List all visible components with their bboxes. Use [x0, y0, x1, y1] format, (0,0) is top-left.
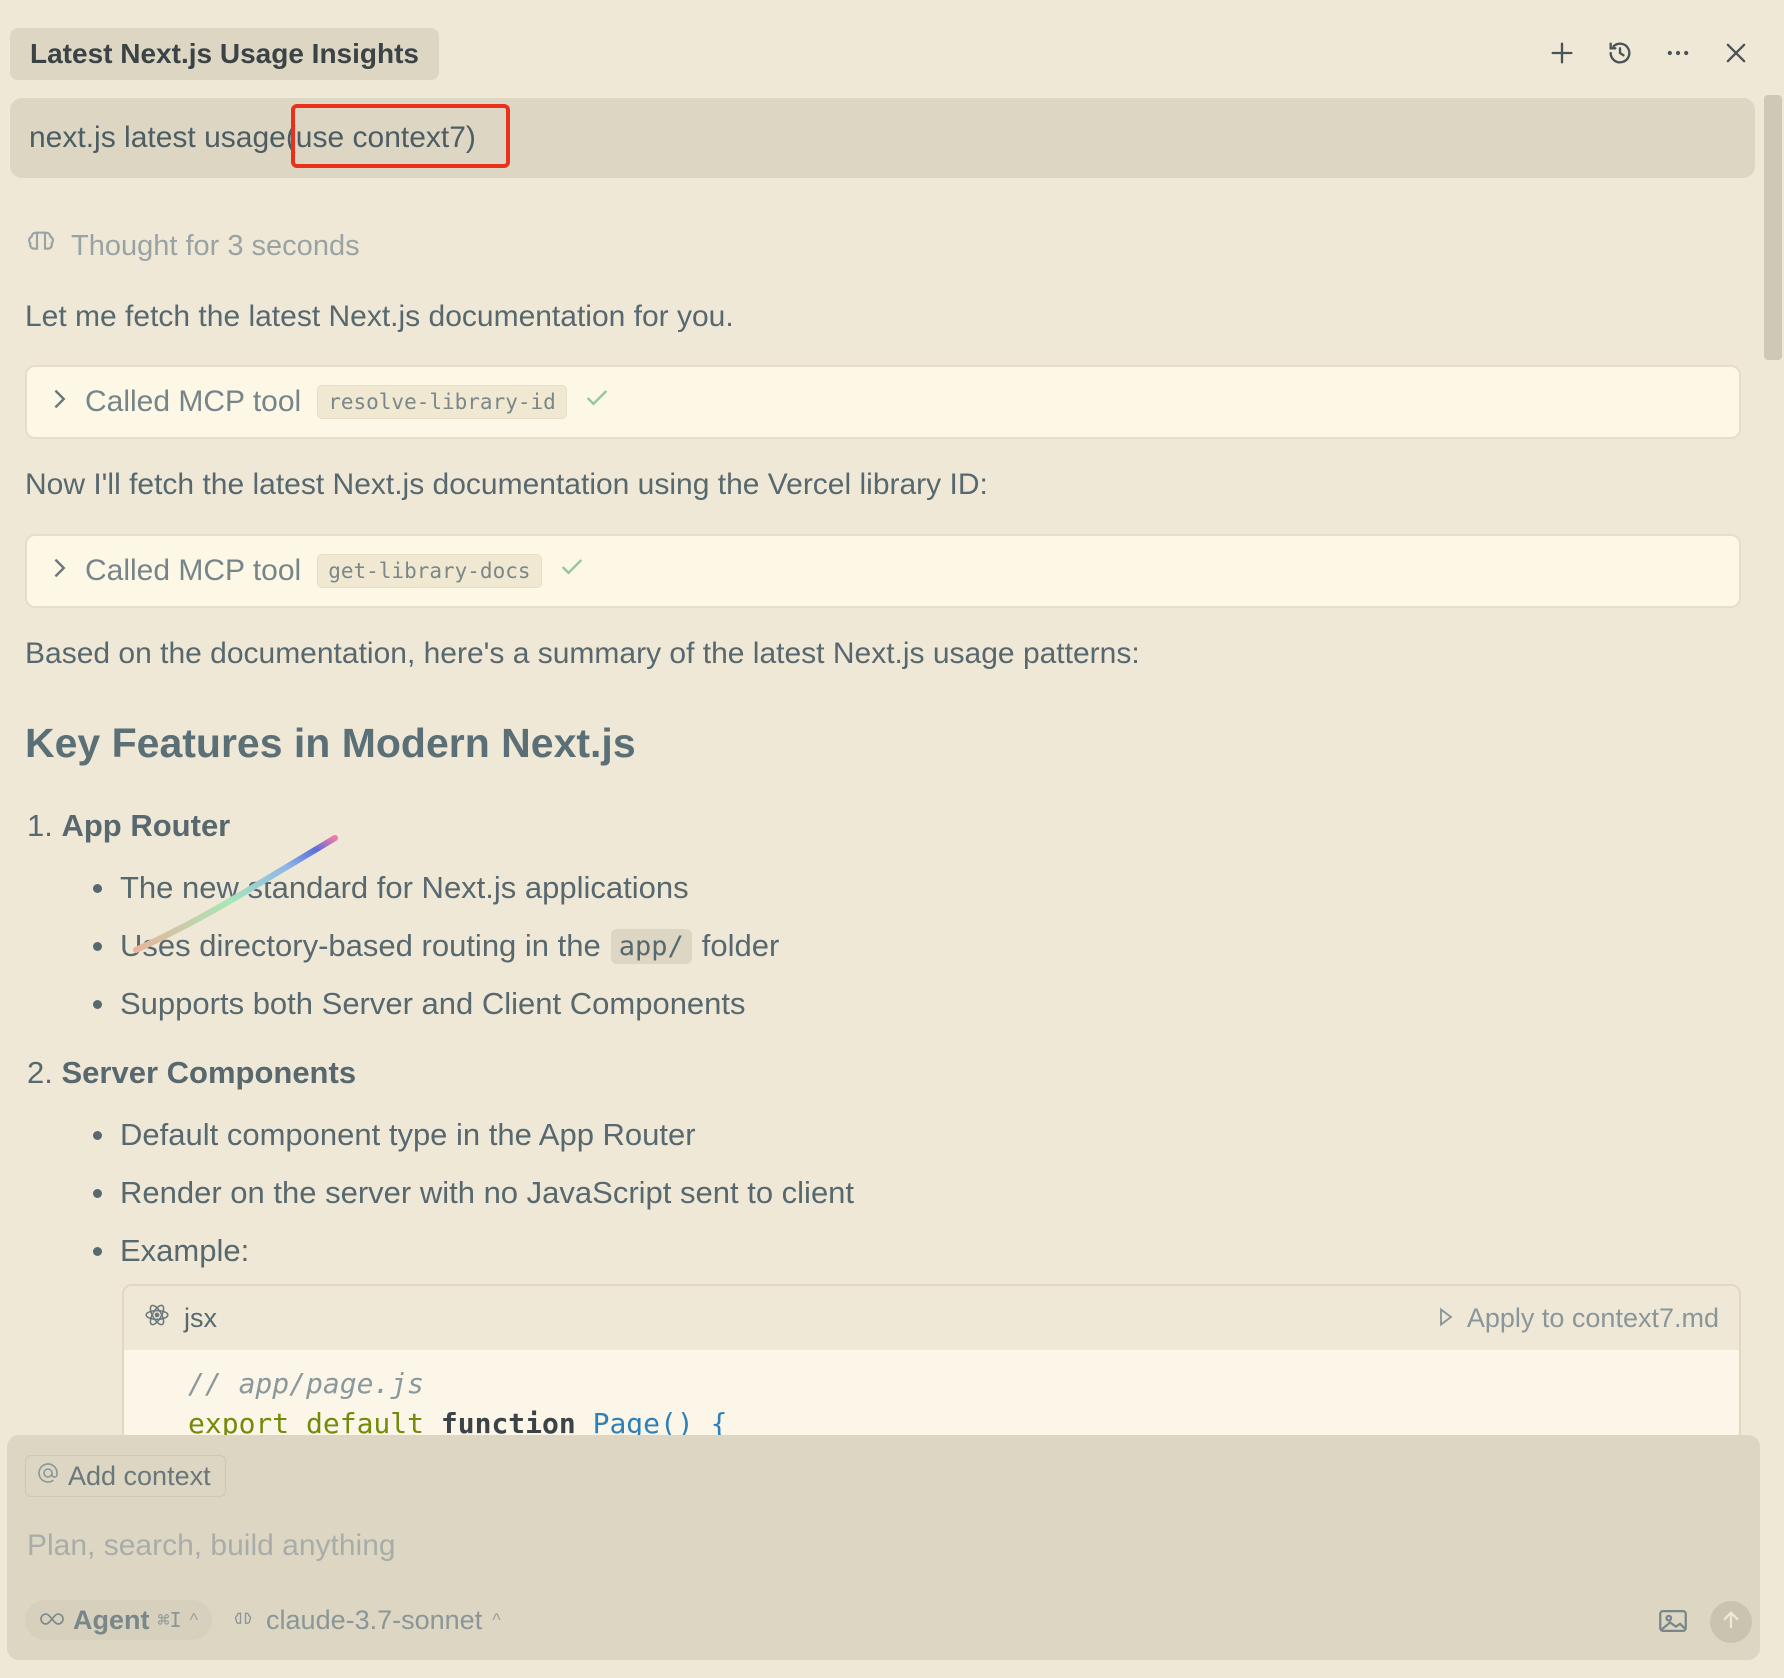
- highlight-box: [291, 104, 510, 168]
- arrow-up-icon: [1720, 1609, 1742, 1636]
- play-icon: [1437, 1303, 1455, 1334]
- assistant-summary: Based on the documentation, here's a sum…: [25, 637, 1140, 670]
- chevron-up-icon: ^: [492, 1609, 501, 1630]
- close-icon[interactable]: [1716, 30, 1756, 76]
- send-button[interactable]: [1710, 1601, 1752, 1643]
- bullet-item: Uses directory-based routing in the app/f…: [93, 928, 779, 964]
- infinity-icon: [39, 1605, 65, 1636]
- brain-icon: [25, 226, 57, 266]
- list-item-app-router: 1. App Router: [27, 808, 230, 844]
- model-selector[interactable]: claude-3.7-sonnet ^: [230, 1605, 501, 1636]
- chat-input-panel: Add context Agent ⌘I ^ claude-3.7-sonnet…: [7, 1435, 1760, 1660]
- chevron-up-icon: ^: [189, 1609, 199, 1630]
- chat-tab-title[interactable]: Latest Next.js Usage Insights: [10, 28, 440, 80]
- header-actions: [1542, 30, 1756, 76]
- section-heading: Key Features in Modern Next.js: [25, 720, 636, 766]
- assistant-middle: Now I'll fetch the latest Next.js docume…: [25, 468, 988, 501]
- assistant-intro: Let me fetch the latest Next.js document…: [25, 300, 734, 333]
- history-icon[interactable]: [1600, 30, 1640, 76]
- tool-name-pill: get-library-docs: [317, 554, 542, 588]
- agent-mode-selector[interactable]: Agent ⌘I ^: [25, 1600, 213, 1640]
- bullet-item: The new standard for Next.js application…: [93, 870, 689, 906]
- plus-icon[interactable]: [1542, 30, 1582, 76]
- scrollbar-thumb[interactable]: [1764, 95, 1782, 360]
- list-number: 2.: [27, 1055, 53, 1090]
- code-line: // app/page.js: [188, 1367, 425, 1400]
- list-number: 1.: [27, 808, 53, 843]
- code-language: jsx: [184, 1302, 217, 1333]
- more-icon[interactable]: [1658, 30, 1698, 76]
- chat-input[interactable]: [25, 1515, 1729, 1577]
- list-title: App Router: [61, 808, 231, 843]
- check-icon: [583, 384, 611, 420]
- list-item-server-components: 2. Server Components: [27, 1055, 356, 1091]
- inline-code: app/: [610, 928, 692, 964]
- at-icon: [36, 1461, 60, 1492]
- tool-name-pill: resolve-library-id: [317, 385, 567, 419]
- list-title: Server Components: [61, 1055, 357, 1090]
- chevron-right-icon: [49, 554, 69, 588]
- bullet-item: Default component type in the App Router: [93, 1117, 696, 1153]
- thought-indicator[interactable]: Thought for 3 seconds: [25, 226, 360, 266]
- user-message[interactable]: next.js latest usage(use context7): [10, 98, 1755, 178]
- add-context-button[interactable]: Add context: [25, 1455, 226, 1497]
- code-content[interactable]: // app/page.js export default function P…: [124, 1350, 1739, 1442]
- apply-button[interactable]: Apply to context7.md: [1437, 1303, 1719, 1334]
- tool-call-label: Called MCP tool: [85, 385, 302, 418]
- tool-call-get-library-docs[interactable]: Called MCP tool get-library-docs: [25, 534, 1741, 608]
- code-block-header: jsx Apply to context7.md: [124, 1286, 1739, 1350]
- chevron-right-icon: [49, 385, 69, 419]
- image-icon[interactable]: [1656, 1604, 1690, 1638]
- bullet-item: Render on the server with no JavaScript …: [93, 1175, 854, 1211]
- check-icon: [558, 553, 586, 589]
- brain-icon: [230, 1605, 256, 1636]
- bullet-item: Example:: [93, 1233, 249, 1269]
- thought-label: Thought for 3 seconds: [71, 229, 360, 262]
- tool-call-label: Called MCP tool: [85, 554, 302, 587]
- apply-label: Apply to context7.md: [1466, 1302, 1719, 1333]
- react-icon: [144, 1302, 170, 1335]
- bullet-item: Supports both Server and Client Componen…: [93, 986, 746, 1022]
- tool-call-resolve-library-id[interactable]: Called MCP tool resolve-library-id: [25, 365, 1741, 439]
- code-block: jsx Apply to context7.md // app/page.js …: [122, 1284, 1741, 1444]
